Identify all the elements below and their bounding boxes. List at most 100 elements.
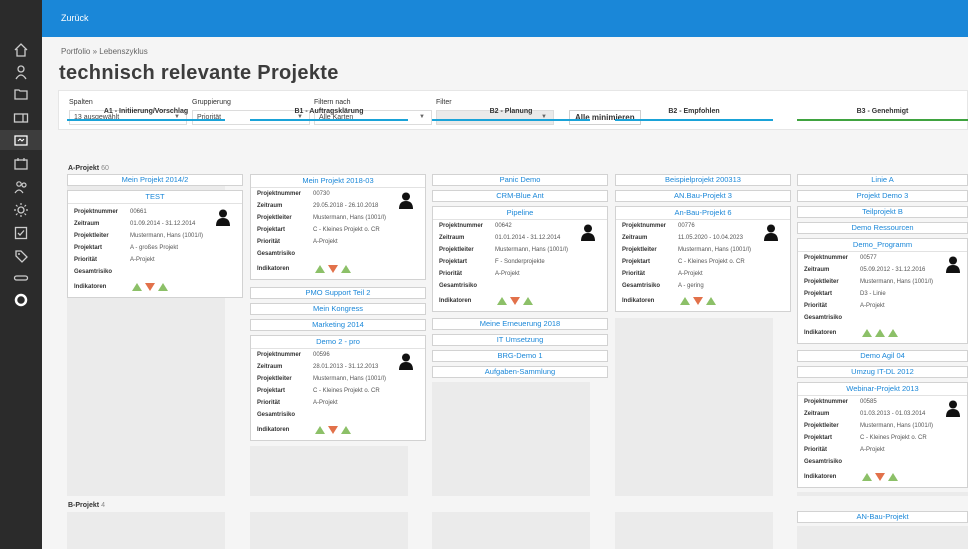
project-card-collapsed[interactable]: Mein Projekt 2014/2 (67, 174, 243, 186)
field-value: 01.09.2014 - 31.12.2014 (130, 221, 196, 227)
project-card-collapsed[interactable]: Teilprojekt B (797, 206, 968, 218)
card-title[interactable]: Demo 2 - pro (251, 336, 425, 349)
field-value: A-Projekt (495, 271, 520, 277)
field-label: Zeitraum (622, 235, 648, 241)
project-card-collapsed[interactable]: Meine Erneuerung 2018 (432, 318, 608, 330)
trend-up-icon (888, 473, 898, 481)
field-value: C - Kleines Projekt o. CR (313, 227, 380, 233)
user-icon[interactable] (0, 62, 42, 82)
trend-up-icon (523, 297, 533, 305)
trend-up-icon (341, 265, 351, 273)
lane-cell (432, 382, 590, 496)
field-prio: Priorität A-Projekt (804, 303, 885, 309)
project-card-collapsed[interactable]: Demo Agil 04 (797, 350, 968, 362)
back-link[interactable]: Zurück (61, 13, 89, 23)
indicators-label: Indikatoren (74, 284, 107, 290)
circle-icon[interactable] (0, 290, 42, 310)
lane-count: 4 (101, 502, 105, 509)
settings-icon[interactable] (0, 200, 42, 220)
lane-cell (615, 318, 773, 496)
project-card-collapsed[interactable]: BRG-Demo 1 (432, 350, 608, 362)
field-value: A-Projekt (130, 257, 155, 263)
field-value: 29.05.2018 - 26.10.2018 (313, 203, 379, 209)
field-label: Priorität (257, 239, 281, 245)
field-value: 05.09.2012 - 31.12.2016 (860, 267, 926, 273)
board-icon[interactable] (0, 108, 42, 128)
project-card-collapsed[interactable]: Demo Ressourcen (797, 222, 968, 234)
project-card[interactable]: Mein Projekt 2018-03 Projektnummer 00730 … (250, 174, 426, 280)
folder-icon[interactable] (0, 84, 42, 104)
indicators-label: Indikatoren (257, 427, 290, 433)
project-card-collapsed[interactable]: PMO Support Teil 2 (250, 287, 426, 299)
lane-cell (797, 526, 968, 549)
card-title[interactable]: Demo_Programm (798, 239, 967, 252)
project-card-collapsed[interactable]: Projekt Demo 3 (797, 190, 968, 202)
field-value: 00596 (313, 352, 330, 358)
project-card-collapsed[interactable]: Aufgaben-Sammlung (432, 366, 608, 378)
field-value: A-Projekt (313, 400, 338, 406)
field-label: Projektleiter (257, 215, 292, 221)
field-value: A-Projekt (313, 239, 338, 245)
trend-up-icon (706, 297, 716, 305)
calendar-icon[interactable] (0, 154, 42, 174)
field-risk: Gesamtrisiko (804, 315, 860, 321)
project-card-collapsed[interactable]: Linie A (797, 174, 968, 186)
checkbox-icon[interactable] (0, 223, 42, 243)
field-nr: Projektnummer 00661 (74, 209, 147, 215)
project-card-collapsed[interactable]: Beispielprojekt 200313 (615, 174, 791, 186)
lane-cell (250, 512, 408, 549)
project-card-collapsed[interactable]: IT Umsetzung (432, 334, 608, 346)
project-card[interactable]: Pipeline Projektnummer 00642 Zeitraum 01.0… (432, 206, 608, 312)
card-title[interactable]: An-Bau-Projekt 6 (616, 207, 790, 220)
project-card-collapsed[interactable]: Panic Demo (432, 174, 608, 186)
project-card-collapsed[interactable]: CRM-Blue Ant (432, 190, 608, 202)
project-card-collapsed[interactable]: Umzug IT-DL 2012 (797, 366, 968, 378)
portfolio-icon[interactable] (0, 130, 42, 150)
field-label: Priorität (74, 257, 98, 263)
field-value: 00642 (495, 223, 512, 229)
field-prio: Priorität A-Projekt (257, 239, 338, 245)
breadcrumb[interactable]: Portfolio » Lebenszyklus (61, 47, 148, 56)
link-icon[interactable] (0, 268, 42, 288)
field-label: Zeitraum (804, 267, 830, 273)
project-card-collapsed[interactable]: AN-Bau-Projekt (797, 511, 968, 523)
lane-label-a: A-Projekt 60 (68, 165, 109, 172)
field-label: Gesamtrisiko (804, 459, 843, 465)
field-value: C - Kleines Projekt o. CR (678, 259, 745, 265)
field-label: Gesamtrisiko (257, 251, 296, 257)
field-lead: Projektleiter Mustermann, Hans (1001/I) (804, 279, 933, 285)
person-icon (764, 224, 778, 241)
trend-up-icon (497, 297, 507, 305)
trend-down-icon (328, 265, 338, 273)
trend-down-icon (875, 473, 885, 481)
tag-icon[interactable] (0, 246, 42, 266)
card-title[interactable]: Pipeline (433, 207, 607, 220)
project-card[interactable]: Demo_Programm Projektnummer 00577 Zeitrau… (797, 238, 968, 344)
field-label: Gesamtrisiko (257, 412, 296, 418)
project-card-collapsed[interactable]: AN.Bau-Projekt 3 (615, 190, 791, 202)
field-label: Priorität (622, 271, 646, 277)
card-title[interactable]: Webinar-Projekt 2013 (798, 383, 967, 396)
project-card[interactable]: Webinar-Projekt 2013 Projektnummer 00585 … (797, 382, 968, 488)
lane-cell (250, 446, 408, 496)
project-card[interactable]: Demo 2 - pro Projektnummer 00596 Zeitraum… (250, 335, 426, 441)
field-value: 00730 (313, 191, 330, 197)
trend-up-icon (341, 426, 351, 434)
field-lead: Projektleiter Mustermann, Hans (1001/I) (622, 247, 751, 253)
card-title[interactable]: TEST (68, 191, 242, 204)
field-value: 01.03.2013 - 01.03.2014 (860, 411, 926, 417)
card-title[interactable]: Mein Projekt 2018-03 (251, 175, 425, 188)
lane-cell (797, 492, 968, 496)
column-header-b2-planung: B2 - Planung (432, 105, 590, 121)
field-label: Projektleiter (804, 279, 839, 285)
team-icon[interactable] (0, 177, 42, 197)
project-card-collapsed[interactable]: Mein Kongress (250, 303, 426, 315)
person-icon (399, 192, 413, 209)
project-card[interactable]: An-Bau-Projekt 6 Projektnummer 00776 Zeit… (615, 206, 791, 312)
indicators-label: Indikatoren (804, 474, 837, 480)
project-card[interactable]: TEST Projektnummer 00661 Zeitraum 01.09.20… (67, 190, 243, 298)
project-card-collapsed[interactable]: Marketing 2014 (250, 319, 426, 331)
trend-up-icon (158, 283, 168, 291)
field-value: C - Kleines Projekt o. CR (860, 435, 927, 441)
home-icon[interactable] (0, 40, 42, 60)
